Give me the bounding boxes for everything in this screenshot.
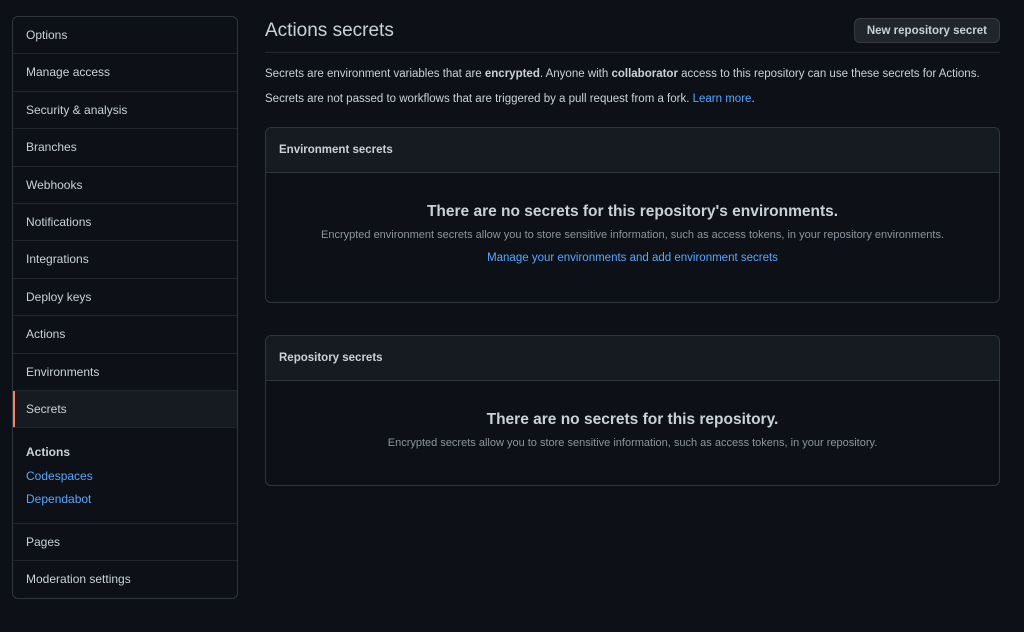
manage-environments-link[interactable]: Manage your environments and add environ… (266, 252, 999, 264)
description-fork-text: Secrets are not passed to workflows that… (265, 93, 693, 105)
environment-empty-title: There are no secrets for this repository… (426, 203, 839, 220)
sidebar-item-webhooks[interactable]: Webhooks (13, 167, 237, 204)
repository-secrets-box: Repository secrets There are no secrets … (265, 335, 1000, 486)
sidebar-item-manage-access[interactable]: Manage access (13, 54, 237, 92)
description-text-2: . Anyone with (539, 68, 612, 80)
sidebar-item-pages[interactable]: Pages (13, 524, 237, 562)
description-fork: Secrets are not passed to workflows that… (265, 93, 755, 105)
sidebar-bottom-group: Pages Moderation settings (13, 524, 237, 598)
environment-empty-description: Encrypted environment secrets allow you … (320, 229, 944, 241)
secrets-subgroup: Actions Codespaces Dependabot (13, 428, 237, 524)
page-title: Actions secrets (265, 20, 394, 41)
repository-empty-description: Encrypted secrets allow you to store sen… (387, 437, 878, 449)
subgroup-actions-title[interactable]: Actions (26, 440, 237, 464)
description-text-3: access to this repository can use these … (677, 68, 980, 80)
repository-secrets-blankslate: There are no secrets for this repository… (266, 411, 999, 449)
sidebar-item-environments[interactable]: Environments (13, 354, 237, 391)
description-bold-collaborator: collaborator (611, 68, 678, 80)
description-bold-encrypted: encrypted (484, 68, 540, 80)
environment-secrets-header: Environment secrets (266, 128, 999, 173)
description-text-1: Secrets are environment variables that a… (265, 68, 485, 80)
sidebar-item-actions[interactable]: Actions (13, 316, 237, 354)
environment-secrets-blankslate: There are no secrets for this repository… (266, 203, 999, 264)
sidebar-item-integrations[interactable]: Integrations (13, 241, 237, 279)
description-encrypted: Secrets are environment variables that a… (265, 68, 980, 80)
settings-sidebar: Options Manage access Security & analysi… (12, 16, 238, 599)
description-fork-end: . (751, 93, 755, 105)
sidebar-item-notifications[interactable]: Notifications (13, 204, 237, 242)
sidebar-item-branches[interactable]: Branches (13, 129, 237, 167)
repository-secrets-header: Repository secrets (266, 336, 999, 381)
learn-more-link[interactable]: Learn more (693, 93, 752, 105)
subgroup-link-dependabot[interactable]: Dependabot (26, 487, 237, 511)
sidebar-item-secrets[interactable]: Secrets (13, 390, 237, 429)
repository-empty-title: There are no secrets for this repository… (486, 411, 779, 428)
sidebar-item-security-analysis[interactable]: Security & analysis (13, 92, 237, 130)
subgroup-link-codespaces[interactable]: Codespaces (26, 464, 237, 488)
page-header: Actions secrets New repository secret (265, 16, 1000, 53)
sidebar-item-options[interactable]: Options (13, 17, 237, 55)
main-content: Actions secrets New repository secret Se… (265, 16, 1000, 486)
environment-secrets-box: Environment secrets There are no secrets… (265, 127, 1000, 303)
sidebar-item-moderation-settings[interactable]: Moderation settings (13, 561, 237, 598)
sidebar-item-deploy-keys[interactable]: Deploy keys (13, 279, 237, 317)
new-repository-secret-button[interactable]: New repository secret (853, 18, 1000, 43)
